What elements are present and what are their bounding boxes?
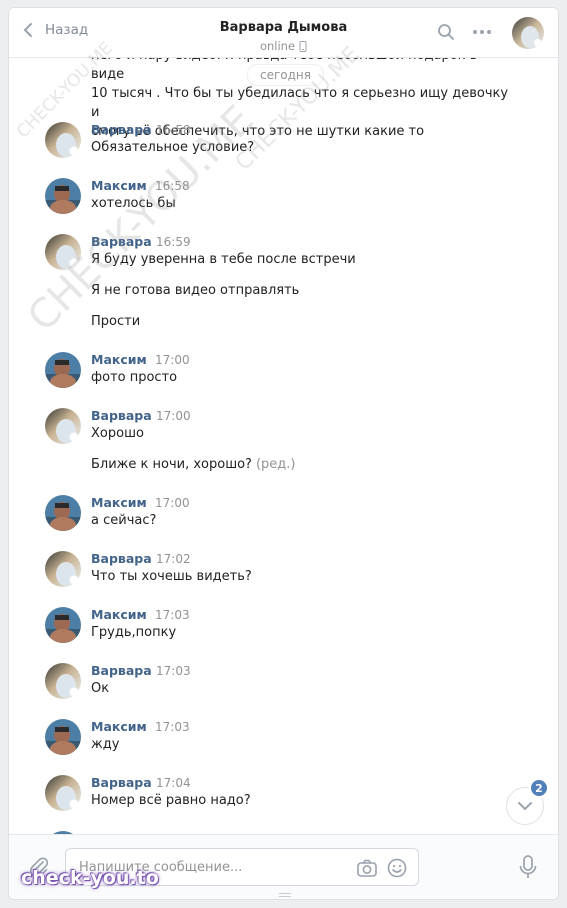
message-time[interactable]: 17:00 — [155, 353, 190, 367]
avatar[interactable] — [45, 607, 81, 643]
message-text: хотелось бы — [91, 196, 176, 211]
avatar[interactable] — [45, 495, 81, 531]
online-status: online — [260, 39, 307, 53]
message-text: Грудь,попку — [91, 625, 176, 640]
message-text-content: Я буду уверенна в тебе после встречи — [91, 252, 356, 267]
chevron-down-icon — [518, 802, 532, 811]
more-dots-icon — [473, 30, 491, 34]
message-author[interactable]: Максим — [91, 352, 147, 367]
message-time[interactable]: 17:03 — [155, 720, 190, 734]
message-text-content: Хорошо — [91, 426, 144, 441]
message-line: 10 тысяч . Что бы ты убедилась что я сер… — [91, 86, 509, 120]
message-text-content: а сейчас? — [91, 513, 157, 528]
scroll-down-button[interactable]: 2 — [506, 778, 549, 825]
message-line: смогу её обеспечить, что это не шутки ка… — [91, 124, 425, 139]
date-separator: сегодня — [247, 64, 324, 86]
more-button[interactable] — [472, 22, 492, 42]
avatar[interactable] — [45, 663, 81, 699]
message-time[interactable]: 16:59 — [156, 235, 191, 249]
message-author[interactable]: Варвара — [91, 775, 152, 790]
message-text-content: Ок — [91, 681, 110, 696]
message-text-content: Прости — [91, 314, 141, 329]
chat-window: Назад Варвара Дымова online него и пару … — [8, 7, 559, 900]
message-text-content: фото просто — [91, 370, 178, 385]
unread-badge: 2 — [529, 778, 549, 798]
online-status-label: online — [259, 39, 296, 53]
chat-title[interactable]: Варвара Дымова — [220, 20, 347, 35]
avatar[interactable] — [45, 122, 81, 158]
message-text: жду — [91, 737, 119, 752]
voice-message-button[interactable] — [516, 854, 540, 880]
message-text: фото просто — [91, 370, 177, 385]
resize-handle[interactable] — [279, 893, 291, 897]
avatar[interactable] — [45, 178, 81, 214]
message-text-content: Грудь,попку — [91, 625, 177, 640]
mobile-phone-icon — [299, 40, 307, 52]
microphone-icon — [519, 855, 537, 878]
message-text: Обязательное условие? — [91, 140, 254, 155]
message-author[interactable]: Максим — [91, 719, 147, 734]
message-text: Ближе к ночи, хорошо? (ред.) — [91, 457, 295, 472]
avatar[interactable] — [45, 234, 81, 270]
message-text-content: Ближе к ночи, хорошо? — [91, 457, 252, 472]
message-time[interactable]: 17:04 — [156, 776, 191, 790]
avatar[interactable] — [45, 775, 81, 811]
camera-button[interactable] — [356, 857, 378, 879]
message-text: Я буду уверенна в тебе после встречи — [91, 252, 356, 267]
message-time[interactable]: 17:00 — [156, 409, 191, 423]
message-author[interactable]: Варвара — [91, 663, 152, 678]
avatar[interactable] — [45, 719, 81, 755]
message-history[interactable]: него и пару видео. Я правда тебе небольш… — [9, 58, 558, 836]
chat-avatar[interactable] — [512, 17, 544, 49]
back-label: Назад — [45, 22, 89, 38]
message-text: Хорошо — [91, 426, 144, 441]
message-author[interactable]: Максим — [91, 607, 147, 622]
message-text: Ок — [91, 681, 109, 696]
edited-marker[interactable]: (ред.) — [256, 457, 296, 472]
avatar[interactable] — [45, 551, 81, 587]
message-text-content: Обязательное условие? — [91, 140, 255, 155]
chat-header: Назад Варвара Дымова online — [9, 8, 558, 58]
message-author[interactable]: Варвара — [91, 408, 152, 423]
message-time[interactable]: 17:00 — [155, 496, 190, 510]
message-text-content: хотелось бы — [91, 196, 176, 211]
message-text-content: Что ты хочешь видеть? — [91, 569, 252, 584]
message-time[interactable]: 16:58 — [156, 123, 191, 137]
search-icon — [438, 24, 454, 40]
message-author[interactable]: Варвара — [91, 234, 152, 249]
message-time[interactable]: 17:03 — [155, 608, 190, 622]
chevron-left-icon — [23, 23, 32, 37]
message-text-content: Я не готова видео отправлять — [91, 283, 300, 298]
watermark-logo: check-you.to — [21, 867, 159, 889]
camera-icon — [357, 859, 377, 877]
message-author[interactable]: Варвара — [91, 551, 152, 566]
avatar-photo — [512, 17, 544, 49]
message-text-content: жду — [91, 737, 120, 752]
message-text: Что ты хочешь видеть? — [91, 569, 252, 584]
avatar[interactable] — [45, 352, 81, 388]
search-button[interactable] — [436, 22, 456, 42]
avatar[interactable] — [45, 408, 81, 444]
message-text: Я не готова видео отправлять — [91, 283, 299, 298]
message-time[interactable]: 17:03 — [156, 664, 191, 678]
message-text: Номер всё равно надо? — [91, 793, 251, 808]
message-author[interactable]: Максим — [91, 178, 147, 193]
message-author[interactable]: Максим — [91, 495, 147, 510]
message-text: а сейчас? — [91, 513, 156, 528]
message-text-content: Номер всё равно надо? — [91, 793, 251, 808]
smile-icon — [387, 858, 407, 878]
message-time[interactable]: 16:58 — [155, 179, 190, 193]
message-time[interactable]: 17:02 — [156, 552, 191, 566]
emoji-button[interactable] — [386, 857, 408, 879]
message-author[interactable]: Варвара — [91, 122, 152, 137]
message-text: Прости — [91, 314, 140, 329]
back-button[interactable]: Назад — [21, 22, 88, 38]
